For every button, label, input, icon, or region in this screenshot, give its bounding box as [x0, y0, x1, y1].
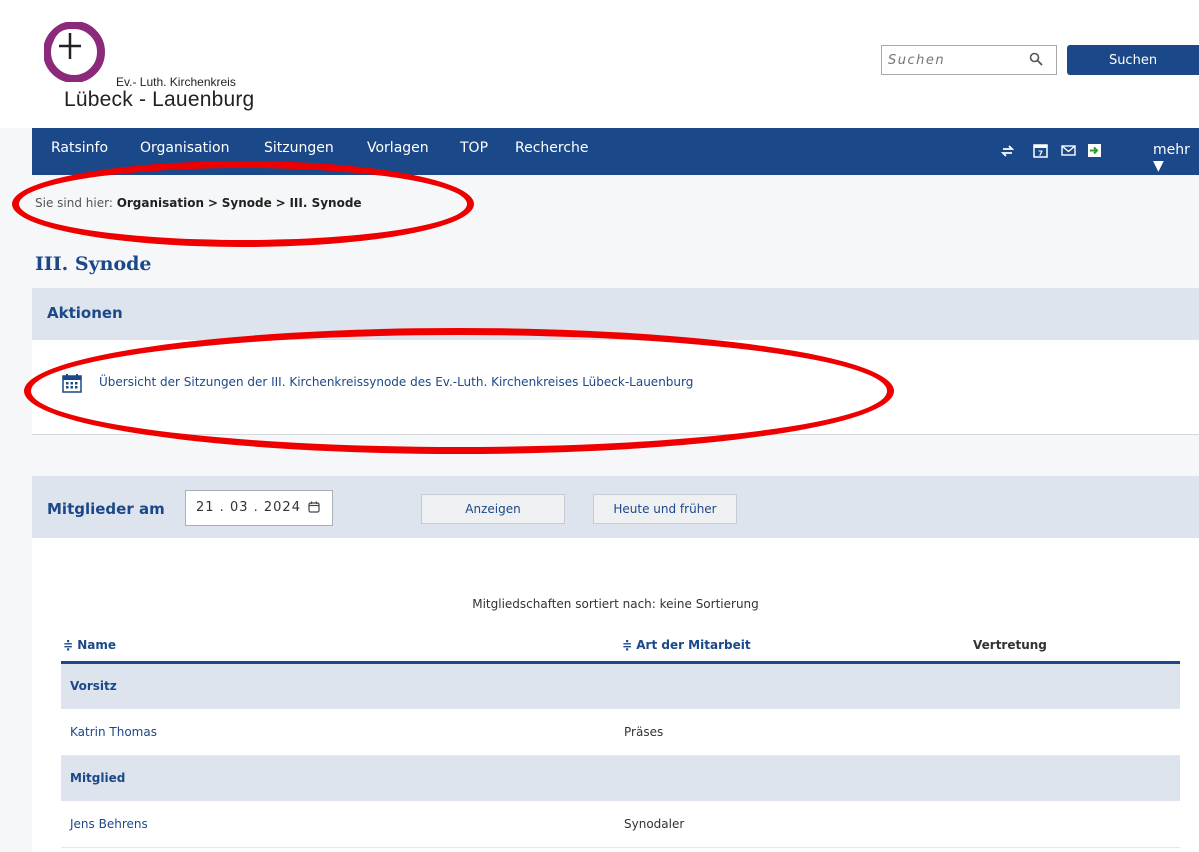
members-date-value: 21 . 03 . 2024: [196, 500, 301, 515]
nav-item-organisation[interactable]: Organisation: [140, 140, 229, 156]
church-logo-icon[interactable]: [44, 22, 108, 82]
search-button[interactable]: Suchen: [1067, 45, 1199, 75]
member-role: Synodaler: [624, 817, 685, 831]
table-row: Katrin Thomas Präses: [61, 710, 1180, 756]
today-and-earlier-button[interactable]: Heute und früher: [593, 494, 737, 524]
search-input[interactable]: [888, 51, 1028, 69]
column-header-name[interactable]: ≑ Name: [63, 638, 116, 652]
column-header-vertretung: Vertretung: [973, 638, 1047, 652]
nav-item-ratsinfo[interactable]: Ratsinfo: [51, 140, 108, 156]
actions-title: Aktionen: [47, 304, 123, 322]
nav-item-vorlagen[interactable]: Vorlagen: [367, 140, 429, 156]
nav-item-top[interactable]: TOP: [460, 140, 488, 156]
annotation-ellipse-actions: [24, 328, 894, 454]
date-picker-icon[interactable]: [308, 501, 320, 513]
member-role: Präses: [624, 725, 664, 739]
nav-item-recherche[interactable]: Recherche: [515, 140, 589, 156]
member-name[interactable]: Jens Behrens: [70, 817, 148, 831]
members-panel-header: Mitglieder am 21 . 03 . 2024 Anzeigen He…: [32, 476, 1199, 538]
nav-item-sitzungen[interactable]: Sitzungen: [264, 140, 334, 156]
nav-more-menu[interactable]: mehr ▼: [1153, 142, 1199, 174]
table-row: Jens Behrens Synodaler: [61, 802, 1180, 848]
brand-name: Lübeck - Lauenburg: [64, 88, 255, 111]
members-list: Mitgliedschaften sortiert nach: keine So…: [32, 538, 1199, 852]
members-date-field[interactable]: 21 . 03 . 2024: [185, 490, 333, 526]
logout-icon[interactable]: [1087, 143, 1102, 158]
brand-subtitle: Ev.- Luth. Kirchenkreis: [116, 75, 236, 89]
show-button[interactable]: Anzeigen: [421, 494, 565, 524]
page-title: III. Synode: [35, 253, 152, 275]
calendar-icon[interactable]: 7: [1033, 143, 1048, 158]
table-group-row: Vorsitz: [61, 664, 1180, 709]
annotation-ellipse-breadcrumb: [12, 161, 474, 247]
site-header: Ev.- Luth. Kirchenkreis Lübeck - Lauenbu…: [0, 0, 1199, 128]
table-group-row: Mitglied: [61, 756, 1180, 801]
sync-icon[interactable]: [1000, 143, 1015, 158]
members-date-label: Mitglieder am: [47, 500, 165, 518]
mail-icon[interactable]: [1061, 143, 1076, 158]
member-name[interactable]: Katrin Thomas: [70, 725, 157, 739]
column-header-art[interactable]: ≑ Art der Mitarbeit: [622, 638, 751, 652]
search-icon[interactable]: [1028, 51, 1044, 67]
sort-note: Mitgliedschaften sortiert nach: keine So…: [472, 597, 759, 611]
svg-text:7: 7: [1038, 150, 1043, 158]
group-label: Mitglied: [70, 771, 126, 785]
search-box: [881, 45, 1057, 75]
group-label: Vorsitz: [70, 679, 117, 693]
